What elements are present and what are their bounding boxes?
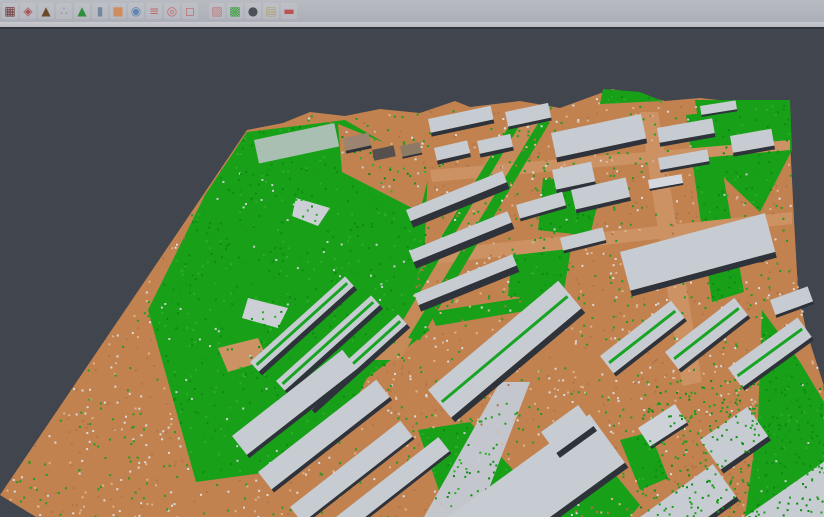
classification-colors-icon[interactable]: ▩ bbox=[227, 3, 243, 19]
toolbar: ▦◈▲∴▲▮■◉≡◎◻▨▩●▤▬ bbox=[0, 0, 824, 22]
globe-icon[interactable]: ◉ bbox=[128, 3, 144, 19]
circle-select-icon[interactable]: ◎ bbox=[164, 3, 180, 19]
terrain-model-icon[interactable]: ▲ bbox=[74, 3, 90, 19]
clear-tiles-icon[interactable]: ▤ bbox=[263, 3, 279, 19]
dark-sphere-icon[interactable]: ● bbox=[245, 3, 261, 19]
profile-section-icon[interactable]: ▮ bbox=[92, 3, 108, 19]
classify-list-icon[interactable]: ≡ bbox=[146, 3, 162, 19]
viewport-3d[interactable] bbox=[0, 0, 824, 517]
point-cloud-mosaic-icon[interactable]: ▦ bbox=[2, 3, 18, 19]
sparse-points-icon[interactable]: ∴ bbox=[56, 3, 72, 19]
extent-crop-icon[interactable]: ◻ bbox=[182, 3, 198, 19]
texture-check-icon[interactable]: ▨ bbox=[209, 3, 225, 19]
toolbar-edge-line bbox=[0, 27, 824, 29]
dem-brown-hill-icon[interactable]: ▲ bbox=[38, 3, 54, 19]
align-clouds-icon[interactable]: ◈ bbox=[20, 3, 36, 19]
flag-red-icon[interactable]: ▬ bbox=[281, 3, 297, 19]
orthophoto-icon[interactable]: ■ bbox=[110, 3, 126, 19]
